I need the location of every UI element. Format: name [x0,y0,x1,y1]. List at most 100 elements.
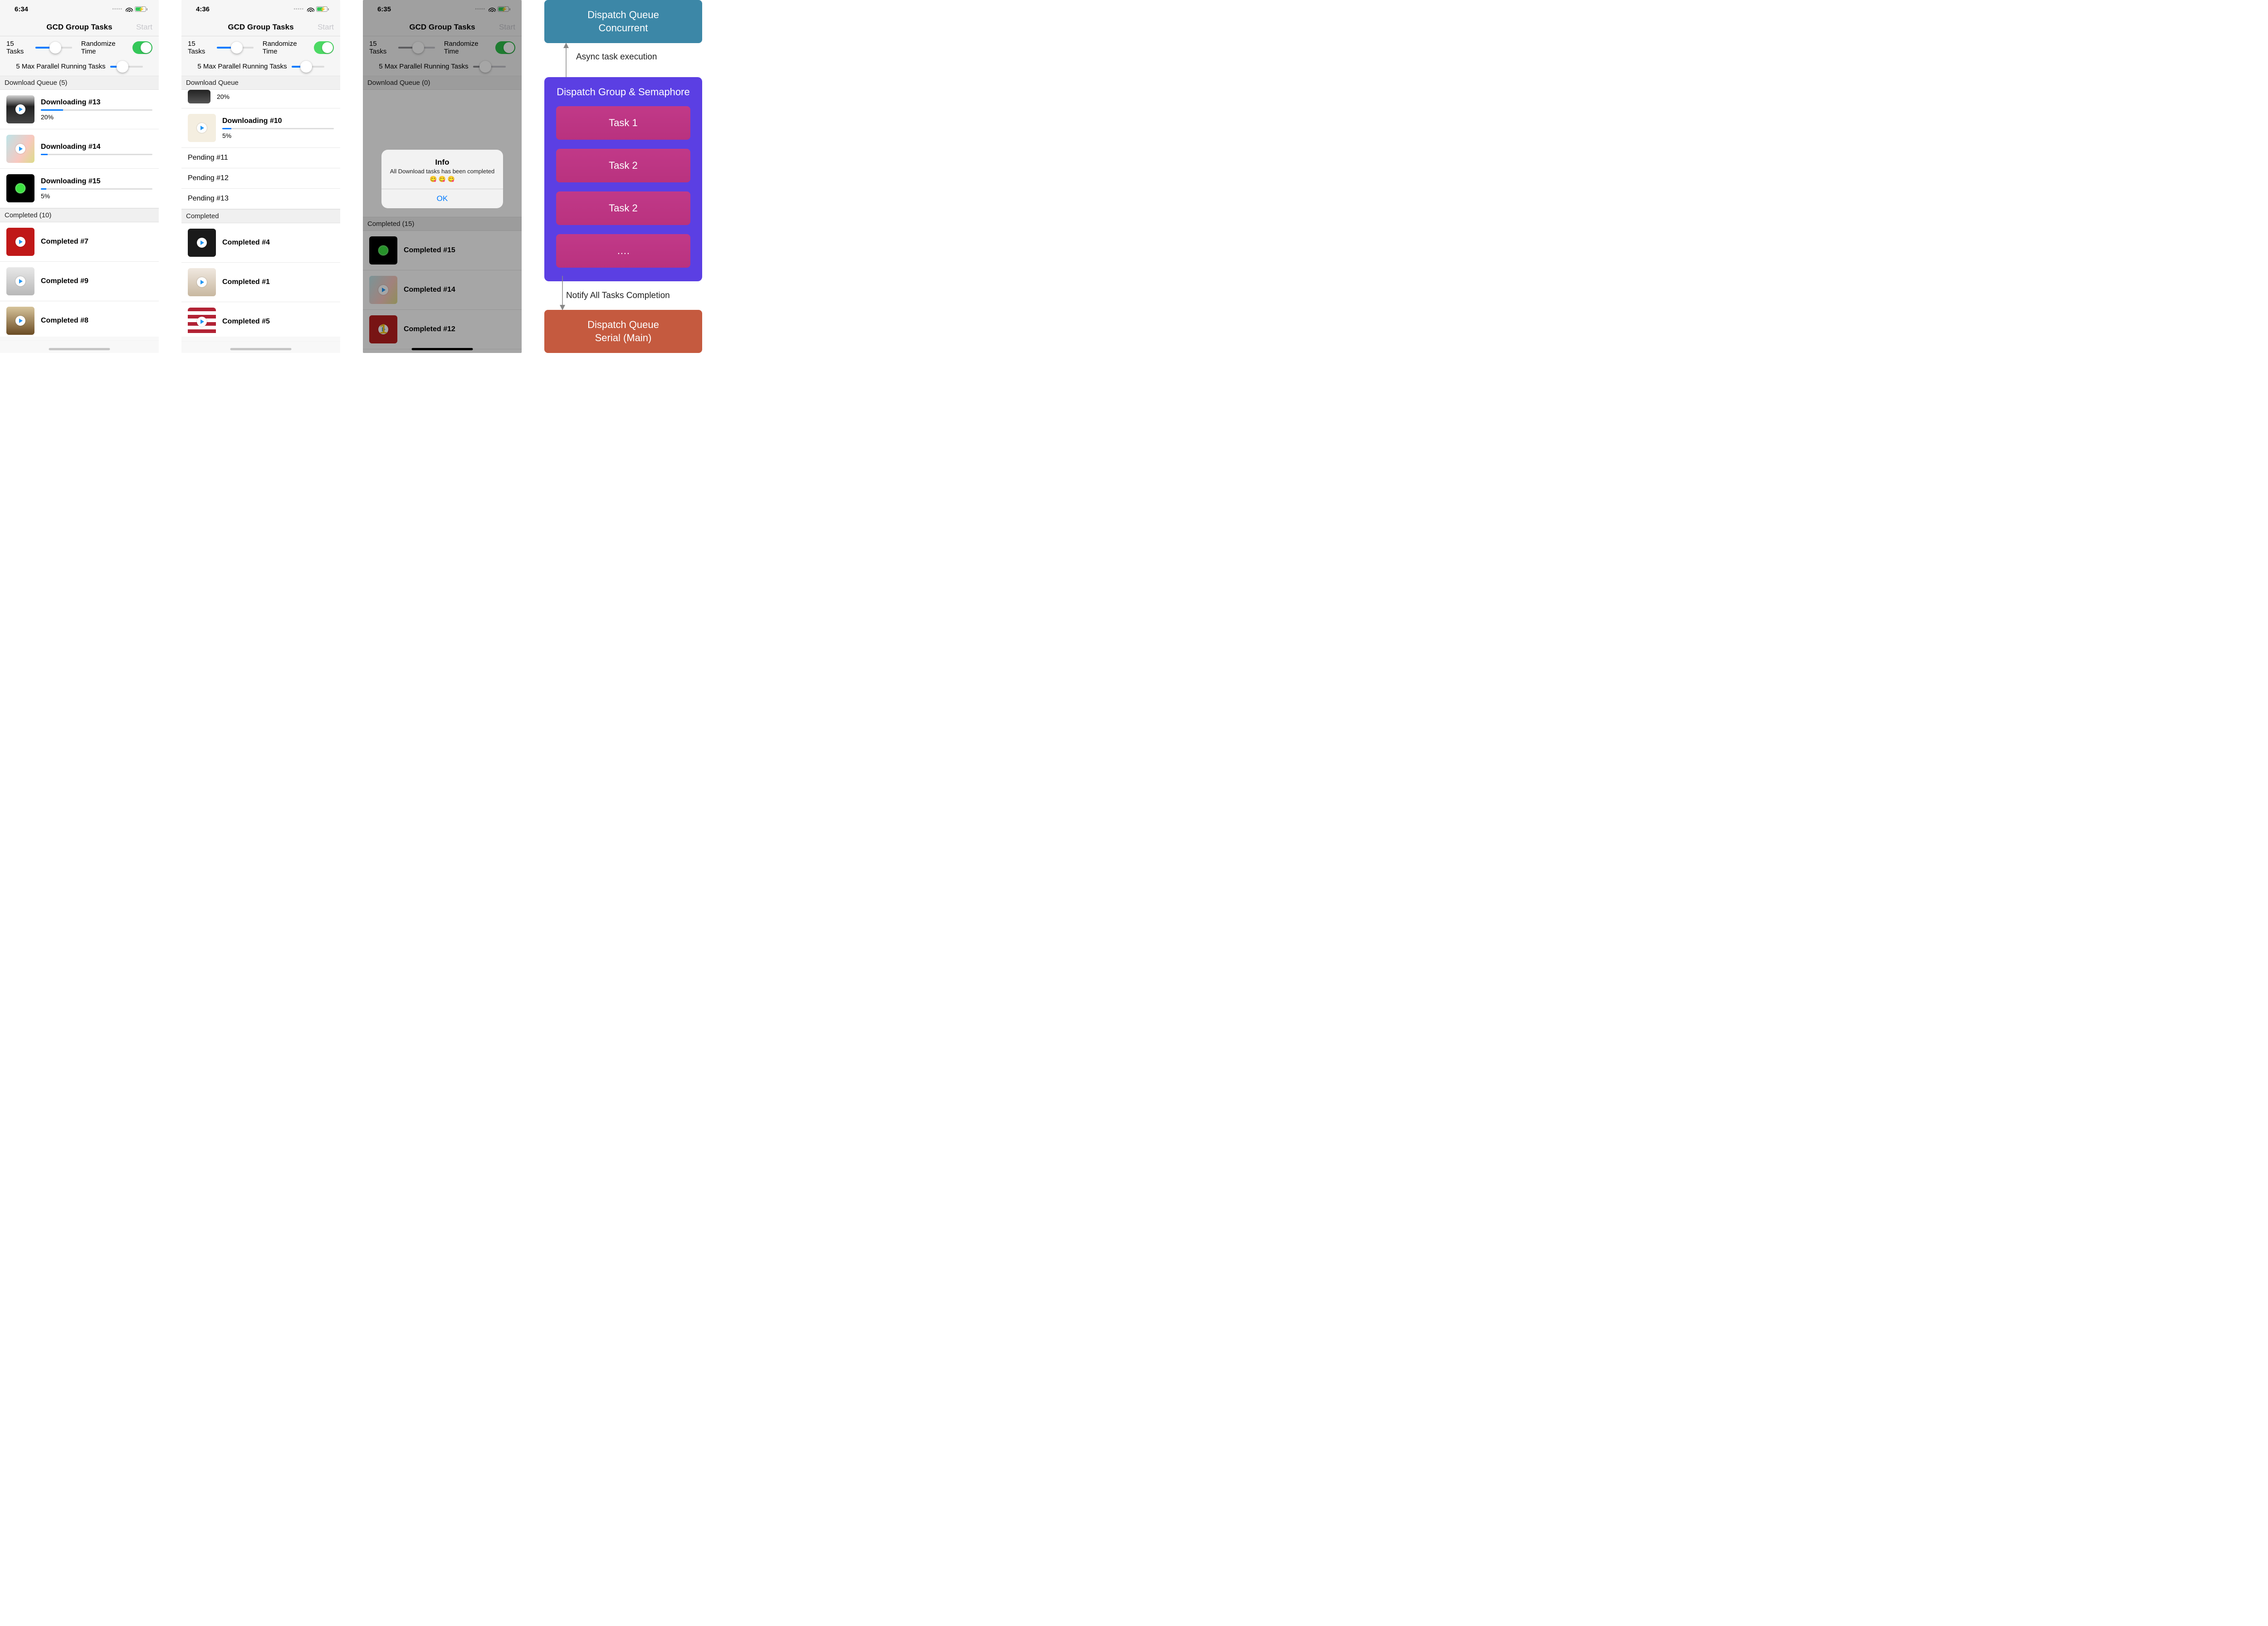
progress-pct: 5% [41,192,152,200]
album-art [6,95,34,123]
tasks-count-label: 15 Tasks [188,40,212,55]
album-art [6,228,34,256]
cell-dots-icon: ••••• [112,7,122,12]
download-row-fragment[interactable]: 20% [181,90,340,108]
download-row[interactable]: Downloading #13 20% [0,90,159,129]
album-art [188,229,216,257]
row-title: Downloading #15 [41,177,152,186]
completed-row[interactable]: Completed #5 [181,302,340,342]
pending-row[interactable]: Pending #11 [181,148,340,168]
play-icon [15,183,25,193]
album-art [188,308,216,336]
play-icon [197,238,207,248]
completed-row[interactable]: Completed #7 [0,222,159,262]
pending-row[interactable]: Pending #12 [181,168,340,189]
status-time: 4:36 [196,5,210,13]
phone-screen-1: 6:34 ••••• ⚡ GCD Group Tasks Start 15 Ta… [0,0,159,353]
task-box: Task 2 [556,149,690,182]
play-icon [15,276,25,286]
battery-icon: ⚡ [135,6,146,12]
alert-message: All Download tasks has been completed 😋 … [388,168,497,183]
randomize-label: Randomize Time [81,40,128,55]
architecture-diagram: Dispatch Queue Concurrent Async task exe… [544,0,702,353]
play-icon [197,317,207,327]
arrow-down-icon [558,276,567,310]
completed-section-header: Completed [181,209,340,223]
task-box: Task 1 [556,106,690,140]
progress-pct: 20% [41,113,152,121]
completed-row[interactable]: Completed #8 [0,301,159,341]
home-indicator[interactable] [411,348,473,350]
nav-title: GCD Group Tasks [46,23,112,32]
row-title: Downloading #13 [41,98,152,107]
controls-panel: 15 Tasks Randomize Time 5 Max Parallel R… [0,36,159,76]
alert-dialog: Info All Download tasks has been complet… [381,150,503,208]
play-icon [197,277,207,287]
progress-pct: 20% [217,93,230,100]
progress-bar [222,128,334,129]
play-icon [15,237,25,247]
task-box: …. [556,234,690,268]
download-row[interactable]: Downloading #15 5% [0,169,159,208]
album-art [6,135,34,163]
controls-panel: 15 Tasks Randomize Time 5 Max Parallel R… [181,36,340,76]
completed-row[interactable]: Completed #1 [181,263,340,302]
wifi-icon [307,6,314,12]
randomize-toggle[interactable] [132,41,152,54]
completed-row[interactable]: Completed #9 [0,262,159,301]
row-title: Completed #8 [41,317,88,325]
row-title: Downloading #14 [41,143,152,151]
row-title: Completed #7 [41,238,88,246]
pending-row[interactable]: Pending #13 [181,189,340,209]
album-art [6,174,34,202]
row-title: Completed #5 [222,318,270,326]
phone-screen-3: 6:35 ••••• ⚡ GCD Group Tasks Start 15 Ta… [363,0,522,353]
start-button[interactable]: Start [318,23,334,32]
tasks-count-label: 15 Tasks [6,40,31,55]
async-label: Async task execution [576,52,657,62]
row-title: Completed #1 [222,278,270,286]
alert-ok-button[interactable]: OK [381,189,503,208]
alert-title: Info [388,158,497,167]
phone-screen-2: 4:36 ••••• ⚡ GCD Group Tasks Start 15 Ta… [181,0,340,353]
progress-bar [41,109,152,111]
download-row[interactable]: Downloading #14 [0,129,159,169]
cell-dots-icon: ••••• [293,7,304,12]
album-art [188,90,210,103]
concurrent-queue-label: Dispatch Queue Concurrent [587,9,659,34]
group-title: Dispatch Group & Semaphore [556,86,690,98]
nav-bar: GCD Group Tasks Start [181,18,340,36]
play-icon [15,144,25,154]
progress-bar [41,154,152,155]
parallel-slider[interactable] [110,66,143,68]
completed-section-header: Completed (10) [0,208,159,222]
nav-bar: GCD Group Tasks Start [0,18,159,36]
tasks-slider[interactable] [35,47,72,49]
status-icons: ••••• ⚡ [293,6,327,12]
download-row[interactable]: Downloading #10 5% [181,108,340,148]
row-title: Downloading #10 [222,117,334,125]
album-art [188,114,216,142]
row-title: Completed #4 [222,239,270,247]
concurrent-queue-box: Dispatch Queue Concurrent [544,0,702,43]
tasks-slider[interactable] [217,47,254,49]
parallel-slider[interactable] [292,66,324,68]
arrow-up-icon [562,43,571,77]
randomize-toggle[interactable] [314,41,334,54]
start-button[interactable]: Start [136,23,152,32]
play-icon [197,123,207,133]
dispatch-group-box: Dispatch Group & Semaphore Task 1 Task 2… [544,77,702,281]
download-section-header: Download Queue (5) [0,76,159,90]
album-art [6,307,34,335]
play-icon [15,104,25,114]
randomize-label: Randomize Time [263,40,309,55]
status-bar: 4:36 ••••• ⚡ [181,0,340,18]
completed-row[interactable]: Completed #4 [181,223,340,263]
nav-title: GCD Group Tasks [228,23,293,32]
battery-icon: ⚡ [316,6,327,12]
max-parallel-label: 5 Max Parallel Running Tasks [197,63,287,70]
serial-queue-box: Dispatch Queue Serial (Main) [544,310,702,353]
play-icon [15,316,25,326]
notify-label: Notify All Tasks Completion [566,291,670,301]
status-bar: 6:34 ••••• ⚡ [0,0,159,18]
